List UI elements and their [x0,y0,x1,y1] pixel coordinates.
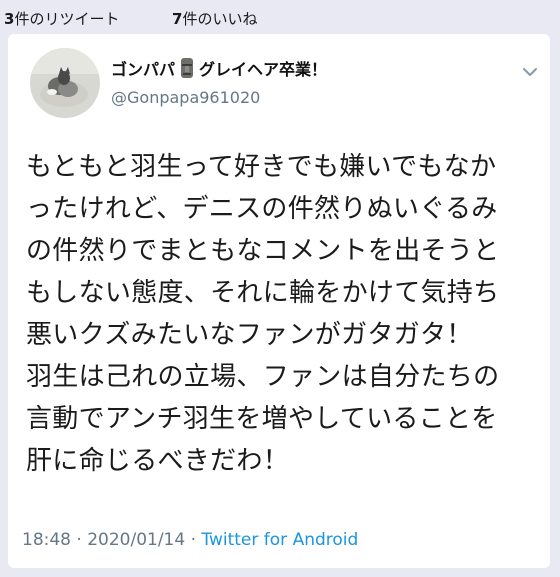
tweet-text-line: もともと羽生って好きでも嫌いでもなか [26,152,497,182]
tweet-text-line: 羽生は己れの立場、ファンは自分たちの [26,362,500,392]
likes-stat[interactable]: 7件のいいね [172,8,257,29]
tweet-card: ゴンパパ グレイヘア卒業！ @Gonpapa961020 もともと羽生って好きで… [8,34,550,568]
retweets-stat[interactable]: 3件のリツイート [4,8,119,29]
tweet-text: もともと羽生って好きでも嫌いでもなか ったけれど、デニスの件然りぬいぐるみ の件… [26,146,546,482]
likes-count: 7 [172,10,183,28]
tweet-meta: 18:48 · 2020/01/14 · Twitter for Android [22,530,358,550]
display-name-part1: ゴンパパ [111,60,176,79]
tweet-text-line: の件然りでまともなコメントを出そうと [26,236,500,266]
tweet-text-line: 悪いクズみたいなファンがガタガタ！ [26,320,473,350]
display-name-part2: グレイヘア卒業！ [199,60,328,79]
tweet-text-line: ったけれど、デニスの件然りぬいぐるみ [26,194,498,224]
tweet-text-line: 言動でアンチ羽生を増やしていることを [26,404,498,434]
chevron-down-icon[interactable] [522,62,538,76]
engagement-stats-bar: 3件のリツイート 7件のいいね [0,0,560,34]
retweets-count: 3 [4,10,15,28]
tweet-text-line: 肝に命じるべきだわ！ [26,446,290,476]
tweet-text-line: もしない態度、それに輪をかけて気持ち [26,278,500,308]
cat-avatar-icon[interactable] [30,48,100,118]
author-display-name[interactable]: ゴンパパ グレイヘア卒業！ [111,56,327,80]
moai-icon [179,57,195,79]
author-handle[interactable]: @Gonpapa961020 [111,88,260,107]
likes-label: 件のいいね [182,10,258,28]
retweets-label: 件のリツイート [14,10,120,28]
tweet-source-link[interactable]: Twitter for Android [201,530,358,550]
tweet-timestamp[interactable]: 18:48 · 2020/01/14 · [22,530,201,550]
